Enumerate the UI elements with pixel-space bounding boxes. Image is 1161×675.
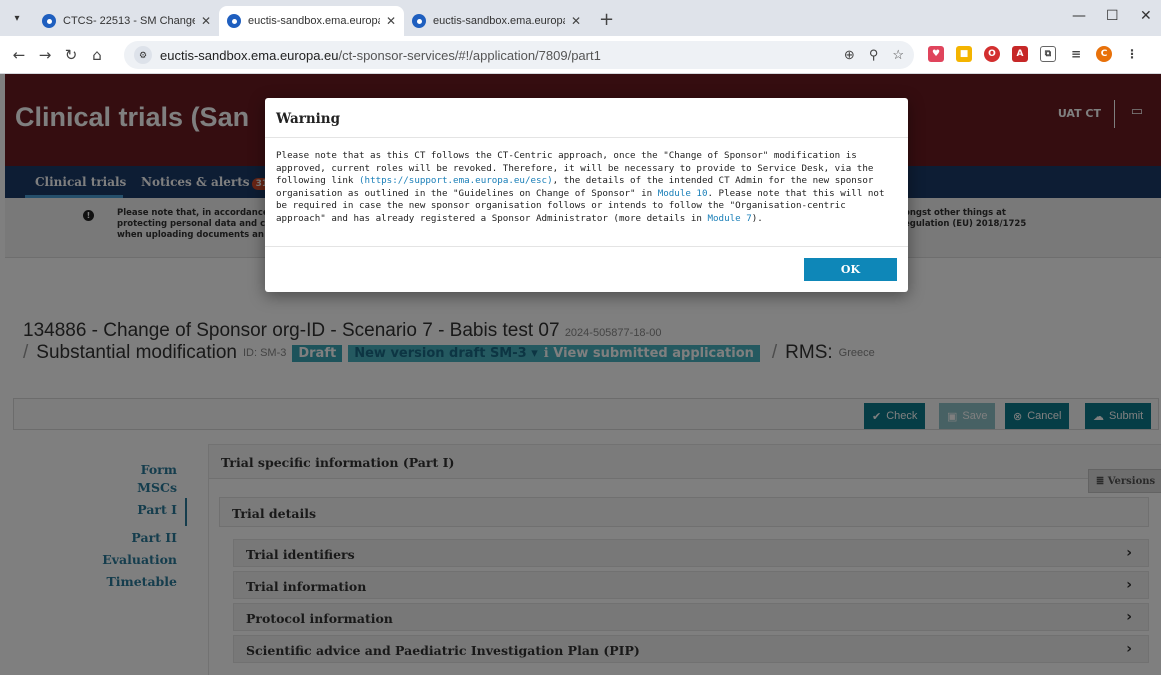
module-7-link[interactable]: Module 7 bbox=[707, 213, 751, 224]
pocket-extension-icon[interactable]: ♥ bbox=[928, 46, 944, 62]
ok-button[interactable]: OK bbox=[804, 258, 897, 281]
url-path: /ct-sponsor-services/#!/application/7809… bbox=[338, 47, 601, 63]
site-favicon-icon bbox=[412, 14, 426, 28]
browser-tab-active[interactable]: euctis-sandbox.ema.europa.eu ✕ bbox=[219, 6, 404, 36]
profile-avatar-icon[interactable]: C bbox=[1096, 46, 1112, 62]
browser-menu-icon[interactable]: ⋮ bbox=[1124, 46, 1140, 62]
zoom-icon[interactable]: ⊕ bbox=[844, 47, 855, 63]
dialog-title: Warning bbox=[265, 98, 908, 138]
tab-close-icon[interactable]: ✕ bbox=[201, 14, 211, 28]
pdf-extension-icon[interactable]: A bbox=[1012, 46, 1028, 62]
module-10-link[interactable]: Module 10 bbox=[658, 188, 708, 199]
extensions-area: ♥ ■ O A ⧉ ≡ C ⋮ bbox=[928, 46, 1140, 62]
tab-title: euctis-sandbox.ema.europa.eu bbox=[433, 15, 565, 27]
site-info-icon[interactable]: ⚙ bbox=[134, 46, 152, 64]
extensions-puzzle-icon[interactable]: ⧉ bbox=[1040, 46, 1056, 62]
address-bar[interactable]: ⚙ euctis-sandbox.ema.europa.eu/ct-sponso… bbox=[124, 41, 914, 69]
site-favicon-icon bbox=[227, 14, 241, 28]
back-icon[interactable]: ← bbox=[6, 46, 32, 64]
dialog-text: ). bbox=[751, 212, 763, 224]
minimize-icon[interactable]: — bbox=[1072, 8, 1086, 24]
window-close-icon[interactable]: ✕ bbox=[1140, 8, 1152, 24]
tab-search-icon[interactable]: ▾ bbox=[6, 7, 28, 29]
service-desk-link[interactable]: (https://support.ema.europa.eu/esc) bbox=[359, 175, 553, 186]
tab-title: euctis-sandbox.ema.europa.eu bbox=[248, 15, 380, 27]
forward-icon[interactable]: → bbox=[32, 46, 58, 64]
opera-extension-icon[interactable]: O bbox=[984, 46, 1000, 62]
tab-close-icon[interactable]: ✕ bbox=[386, 14, 396, 28]
url-host: euctis-sandbox.ema.europa.eu bbox=[160, 47, 339, 63]
tab-close-icon[interactable]: ✕ bbox=[571, 14, 581, 28]
maximize-icon[interactable]: ☐ bbox=[1106, 8, 1119, 24]
new-tab-icon[interactable]: + bbox=[599, 9, 614, 30]
dialog-body: Please note that as this CT follows the … bbox=[265, 138, 908, 247]
extension-icon[interactable]: ■ bbox=[956, 46, 972, 62]
site-favicon-icon bbox=[42, 14, 56, 28]
location-icon[interactable]: ⚲ bbox=[869, 47, 879, 63]
warning-dialog: Warning Please note that as this CT foll… bbox=[265, 98, 908, 292]
tab-title: CTCS- 22513 - SM Change of S bbox=[63, 15, 195, 27]
browser-tab-strip: ▾ CTCS- 22513 - SM Change of S ✕ euctis-… bbox=[0, 0, 1161, 36]
reading-list-icon[interactable]: ≡ bbox=[1068, 46, 1084, 62]
home-icon[interactable]: ⌂ bbox=[84, 46, 110, 64]
browser-tab[interactable]: euctis-sandbox.ema.europa.eu ✕ bbox=[404, 6, 589, 36]
bookmark-star-icon[interactable]: ☆ bbox=[892, 47, 904, 63]
browser-tab[interactable]: CTCS- 22513 - SM Change of S ✕ bbox=[34, 6, 219, 36]
reload-icon[interactable]: ↻ bbox=[58, 46, 84, 64]
